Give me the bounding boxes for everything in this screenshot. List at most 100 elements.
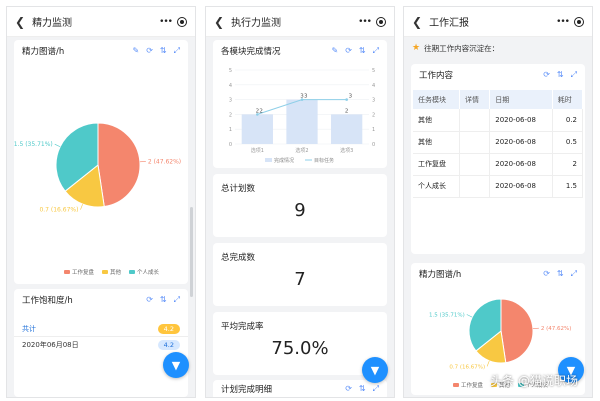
legend-item[interactable]: 工作复盘: [453, 381, 483, 389]
expand-icon[interactable]: ⤢: [373, 46, 379, 56]
refresh-icon[interactable]: ⟳: [146, 46, 153, 56]
row-label: 2020年06月08日: [22, 341, 79, 349]
stat-card-average-rate: 平均完成率 75.0%: [213, 312, 387, 375]
sort-icon[interactable]: ⇅: [160, 46, 167, 56]
table-row[interactable]: 工作复盘 2020-06-08 2: [413, 153, 584, 176]
refresh-icon[interactable]: ⟳: [345, 46, 352, 56]
page-title: 工作汇报: [429, 18, 470, 29]
work-content-card: 工作内容 ⟳ ⇅ ⤢ 任务模块 详情 日期 耗时 其他 2020-06-08 0…: [411, 64, 585, 254]
sort-icon[interactable]: ⇅: [359, 46, 366, 56]
refresh-icon[interactable]: ⟳: [543, 269, 550, 279]
capsule-menu[interactable]: •••: [556, 16, 584, 27]
nav-bar: ❮ 工作汇报 •••: [404, 7, 592, 37]
table-row[interactable]: 其他 2020-06-08 0.5: [413, 131, 584, 154]
more-icon[interactable]: •••: [556, 17, 570, 27]
legend-label[interactable]: 完成情况: [274, 157, 294, 164]
y-right-tick-label: 0: [372, 142, 375, 148]
y-right-tick-label: 1: [372, 127, 375, 133]
table-row[interactable]: 个人成长 2020-06-08 1.5: [413, 175, 584, 198]
cell-detail: [459, 109, 491, 132]
list-item: 共计 4.2: [14, 321, 188, 337]
edit-icon[interactable]: ✎: [331, 46, 338, 56]
expand-icon[interactable]: ⤢: [373, 384, 379, 394]
filter-icon: ▼: [171, 358, 181, 372]
expand-icon[interactable]: ⤢: [571, 269, 577, 279]
cell-duration: 2: [552, 153, 584, 176]
sort-icon[interactable]: ⇅: [160, 295, 167, 305]
filter-button[interactable]: ▼: [163, 352, 189, 378]
work-saturation-card: 工作饱和度/h ⟳ ⇅ ⤢ 共计 4.2 2020年06月08日 4.2: [14, 289, 188, 397]
cell-module: 个人成长: [413, 175, 461, 198]
table-header-row: 任务模块 详情 日期 耗时: [413, 90, 584, 109]
scrollbar[interactable]: [190, 207, 193, 297]
value-badge: 4.2: [157, 340, 180, 350]
y-tick-label: 2: [229, 112, 232, 118]
cell-duration: 0.5: [552, 131, 584, 154]
back-icon[interactable]: ❮: [214, 15, 224, 29]
card-header: 各模块完成情况 ✎ ⟳ ⇅ ⤢: [213, 40, 387, 62]
value-badge: 4.2: [157, 323, 180, 334]
expand-icon[interactable]: ⤢: [174, 295, 180, 305]
column-header[interactable]: 任务模块: [413, 90, 461, 109]
bar[interactable]: [286, 99, 318, 144]
x-tick-label: 选项3: [340, 147, 353, 154]
pie-label: 2 (47.62%): [148, 158, 181, 165]
energy-chart-card: 精力图谱/h ✎ ⟳ ⇅ ⤢ 2 (47.62%) 0.7 (16.67%) 1.5…: [14, 40, 188, 284]
column-header[interactable]: 详情: [459, 90, 491, 109]
pie-legend: 工作复盘 其他 个人成长: [64, 268, 159, 276]
column-header[interactable]: 日期: [489, 90, 553, 109]
phone-energy-monitor: ❮ 精力监测 ••• 精力图谱/h ✎ ⟳ ⇅ ⤢ 2 (47.62%) 0.7 …: [6, 6, 196, 398]
row-label: 共计: [22, 324, 36, 333]
record-icon[interactable]: [177, 16, 187, 27]
back-icon[interactable]: ❮: [15, 15, 25, 29]
refresh-icon[interactable]: ⟳: [146, 295, 153, 305]
bar[interactable]: [331, 114, 363, 144]
card-header: 精力图谱/h ⟳ ⇅ ⤢: [411, 263, 585, 285]
card-title: 精力图谱/h: [419, 270, 462, 280]
stat-value: 9: [294, 200, 306, 221]
sort-icon[interactable]: ⇅: [557, 269, 564, 279]
module-bar-chart: 0 01 12 23 34 45 52选项13选项22选项323 3完成情况 目标任务: [229, 68, 375, 164]
work-content-table: 任务模块 详情 日期 耗时 其他 2020-06-08 0.2 其他 2020-…: [413, 90, 584, 198]
sort-icon[interactable]: ⇅: [359, 384, 366, 394]
pie-slice[interactable]: [500, 298, 534, 364]
legend-item[interactable]: 个人成长: [129, 268, 159, 276]
pie-slice[interactable]: [97, 122, 141, 208]
bar[interactable]: [241, 114, 273, 144]
pie-label: 1.5 (35.71%): [429, 313, 465, 319]
table-row[interactable]: 其他 2020-06-08 0.2: [413, 109, 584, 132]
plan-detail-card: 计划完成明细 ⟳ ⇅ ⤢: [213, 380, 387, 397]
legend-label[interactable]: 目标任务: [314, 157, 334, 164]
stat-value: 75.0%: [271, 338, 329, 359]
notice-bar: ★ 往期工作内容沉淀在：: [412, 40, 584, 56]
line-point[interactable]: [345, 98, 348, 101]
sort-icon[interactable]: ⇅: [557, 70, 564, 80]
record-icon[interactable]: [376, 16, 386, 27]
card-title: 工作内容: [419, 71, 454, 81]
refresh-icon[interactable]: ⟳: [345, 384, 352, 394]
stat-label: 平均完成率: [221, 322, 264, 332]
expand-icon[interactable]: ⤢: [571, 70, 577, 80]
expand-icon[interactable]: ⤢: [174, 46, 180, 56]
legend-item[interactable]: 工作复盘: [64, 268, 94, 276]
pie-label: 0.7 (16.67%): [39, 207, 78, 214]
back-icon[interactable]: ❮: [412, 15, 422, 29]
edit-icon[interactable]: ✎: [132, 46, 139, 56]
capsule-menu[interactable]: •••: [159, 16, 187, 27]
more-icon[interactable]: •••: [159, 17, 173, 27]
capsule-menu[interactable]: •••: [358, 16, 386, 27]
filter-icon: ▼: [370, 363, 380, 377]
cell-detail: [459, 153, 491, 176]
filter-button[interactable]: ▼: [362, 357, 388, 383]
card-header: 精力图谱/h ✎ ⟳ ⇅ ⤢: [14, 40, 188, 62]
line-point[interactable]: [256, 113, 259, 116]
line-point[interactable]: [300, 98, 304, 101]
legend-item[interactable]: 其他: [102, 268, 121, 276]
more-icon[interactable]: •••: [358, 17, 372, 27]
pie-label-leader: [466, 314, 473, 318]
refresh-icon[interactable]: ⟳: [543, 70, 550, 80]
cell-date: 2020-06-08: [489, 153, 553, 176]
module-chart-card: 各模块完成情况 ✎ ⟳ ⇅ ⤢ 0 0 1 1 2 2 3 3 4 4 5 5 2 选项1 3 选项2 2 选项3…: [213, 40, 387, 168]
column-header[interactable]: 耗时: [552, 90, 584, 109]
record-icon[interactable]: [574, 16, 584, 27]
